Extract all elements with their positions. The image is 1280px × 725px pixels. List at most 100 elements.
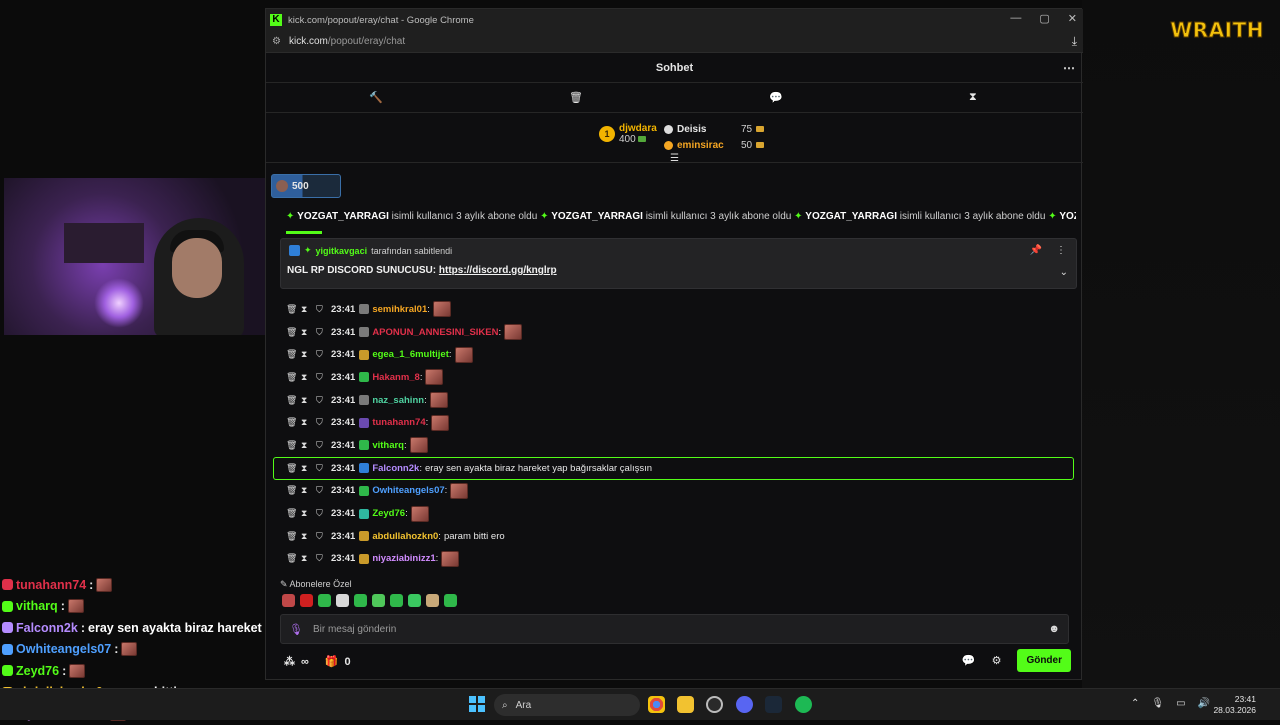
emote-button[interactable] bbox=[318, 594, 331, 607]
message-username[interactable]: tunahann74 bbox=[372, 417, 425, 428]
chat-message[interactable]: 🗑 ⧗ ⛉ 23:41 Falconn2k: eray sen ayakta biraz … bbox=[273, 456, 1074, 480]
hourglass-icon[interactable]: ⧗ bbox=[301, 395, 316, 406]
leaderboard-row[interactable]: eminsirac 50 bbox=[664, 137, 765, 153]
gear-icon[interactable]: ⚙ bbox=[992, 654, 1002, 667]
hourglass-icon[interactable]: ⧗ bbox=[301, 531, 316, 542]
trash-icon[interactable]: 🗑 bbox=[286, 417, 301, 428]
message-username[interactable]: Owhiteangels07 bbox=[372, 485, 444, 496]
taskbar-search[interactable]: ⌕ Ara bbox=[494, 694, 640, 716]
emote-button[interactable] bbox=[336, 594, 349, 607]
chrome-app-icon[interactable] bbox=[648, 696, 665, 713]
message-username[interactable]: niyaziabinizz1 bbox=[372, 553, 435, 564]
chat-message[interactable]: 🗑 ⧗ ⛉ 23:41 niyaziabinizz1: bbox=[274, 548, 1074, 571]
shield-icon[interactable]: ⛉ bbox=[316, 349, 331, 360]
pinned-more-icon[interactable]: ⋮ bbox=[1056, 245, 1066, 256]
send-button[interactable]: Gönder bbox=[1017, 649, 1071, 672]
emote-button[interactable] bbox=[300, 594, 313, 607]
steam-icon[interactable] bbox=[765, 696, 782, 713]
trash-icon[interactable]: 🗑 bbox=[286, 372, 301, 383]
hourglass-icon[interactable]: ⧗ bbox=[301, 553, 316, 564]
chat-message[interactable]: 🗑 ⧗ ⛉ 23:41 vitharq: bbox=[274, 434, 1074, 457]
hourglass-icon[interactable]: ⧗ bbox=[301, 372, 316, 383]
shield-icon[interactable]: ⛉ bbox=[316, 304, 331, 315]
hourglass-icon[interactable]: ⧗ bbox=[301, 417, 316, 428]
message-username[interactable]: vitharq bbox=[372, 440, 404, 451]
hourglass-icon[interactable]: ⧗ bbox=[301, 440, 316, 451]
trash-icon[interactable]: 🗑 bbox=[286, 531, 301, 542]
message-username[interactable]: Hakanm_8 bbox=[372, 372, 420, 383]
chat-bubble-icon[interactable]: 💬 bbox=[769, 91, 783, 104]
hourglass-icon[interactable]: ⧗ bbox=[301, 463, 316, 474]
chat-message[interactable]: 🗑 ⧗ ⛉ 23:41 APONUN_ANNESINI_SIKEN: bbox=[274, 321, 1074, 344]
chat-message[interactable]: 🗑 ⧗ ⛉ 23:41 semihkral01: bbox=[274, 298, 1074, 321]
pin-icon[interactable]: 📌 bbox=[1030, 245, 1042, 256]
site-settings-icon[interactable]: ⚙ bbox=[272, 36, 281, 47]
trash-icon[interactable]: 🗑 bbox=[286, 349, 301, 360]
points-display[interactable]: ⁂ ∞ 🎁 0 bbox=[284, 655, 351, 669]
hourglass-icon[interactable]: ⧗ bbox=[301, 304, 316, 315]
trash-icon[interactable]: 🗑 bbox=[569, 91, 583, 104]
chevron-down-icon[interactable]: ⌄ bbox=[1060, 267, 1068, 278]
emote-button[interactable] bbox=[426, 594, 439, 607]
emoji-icon[interactable]: ☻ bbox=[1048, 623, 1060, 635]
emote-button[interactable] bbox=[390, 594, 403, 607]
leaderboard-first[interactable]: 1 djwdara 400 bbox=[599, 123, 657, 145]
chat-settings-bubble-icon[interactable]: 💬 bbox=[962, 654, 976, 667]
trash-icon[interactable]: 🗑 bbox=[286, 327, 301, 338]
close-button[interactable]: ✕ bbox=[1068, 12, 1077, 25]
trash-icon[interactable]: 🗑 bbox=[286, 395, 301, 406]
chevron-up-icon[interactable]: ⌃ bbox=[1131, 698, 1139, 709]
maximize-button[interactable]: ▢ bbox=[1039, 12, 1049, 25]
pinned-message[interactable]: ✦ yigitkavgaci tarafından sabitlendi NGL… bbox=[280, 238, 1077, 289]
pinned-link[interactable]: https://discord.gg/knglrp bbox=[439, 265, 557, 276]
shield-icon[interactable]: ⛉ bbox=[316, 531, 331, 542]
goal-pill[interactable]: 500 bbox=[271, 174, 341, 198]
chat-message[interactable]: 🗑 ⧗ ⛉ 23:41 Hakanm_8: bbox=[274, 366, 1074, 389]
shield-icon[interactable]: ⛉ bbox=[316, 372, 331, 383]
file-explorer-icon[interactable] bbox=[677, 696, 694, 713]
trash-icon[interactable]: 🗑 bbox=[286, 553, 301, 564]
emote-button[interactable] bbox=[444, 594, 457, 607]
address-bar[interactable]: ⚙ kick.com/popout/eray/chat ⤓ bbox=[266, 31, 1083, 53]
spotify-icon[interactable] bbox=[795, 696, 812, 713]
leaderboard-row[interactable]: Deisis 75 bbox=[664, 121, 765, 137]
shield-icon[interactable]: ⛉ bbox=[316, 440, 331, 451]
shield-icon[interactable]: ⛉ bbox=[316, 485, 331, 496]
chat-message[interactable]: 🗑 ⧗ ⛉ 23:41 tunahann74: bbox=[274, 411, 1074, 434]
ban-hammer-icon[interactable]: 🔨 bbox=[369, 91, 383, 104]
trash-icon[interactable]: 🗑 bbox=[286, 463, 301, 474]
chat-message[interactable]: 🗑 ⧗ ⛉ 23:41 Zeyd76: bbox=[274, 502, 1074, 525]
message-username[interactable]: abdullahozkn0 bbox=[372, 531, 438, 542]
emote-button[interactable] bbox=[372, 594, 385, 607]
chat-message[interactable]: 🗑 ⧗ ⛉ 23:41 naz_sahinn: bbox=[274, 389, 1074, 412]
hourglass-icon[interactable]: ⧗ bbox=[301, 349, 316, 360]
message-username[interactable]: Zeyd76 bbox=[372, 508, 405, 519]
message-username[interactable]: egea_1_6multijet bbox=[372, 349, 449, 360]
hourglass-icon[interactable]: ⧗ bbox=[301, 327, 316, 338]
download-icon[interactable]: ⤓ bbox=[1072, 34, 1077, 49]
emote-button[interactable] bbox=[408, 594, 421, 607]
microphone-tray-icon[interactable]: 🎙 bbox=[1151, 698, 1164, 709]
trash-icon[interactable]: 🗑 bbox=[286, 508, 301, 519]
chat-message[interactable]: 🗑 ⧗ ⛉ 23:41 abdullahozkn0: param bitti ero bbox=[274, 525, 1074, 548]
shield-icon[interactable]: ⛉ bbox=[316, 327, 331, 338]
message-username[interactable]: APONUN_ANNESINI_SIKEN bbox=[372, 327, 498, 338]
display-icon[interactable]: ▭ bbox=[1176, 698, 1185, 709]
expand-leaderboard-icon[interactable]: ☰ bbox=[670, 153, 679, 164]
message-username[interactable]: naz_sahinn bbox=[372, 395, 424, 406]
start-button[interactable] bbox=[469, 696, 485, 712]
trash-icon[interactable]: 🗑 bbox=[286, 440, 301, 451]
chat-message[interactable]: 🗑 ⧗ ⛉ 23:41 egea_1_6multijet: bbox=[274, 343, 1074, 366]
discord-icon[interactable] bbox=[736, 696, 753, 713]
emote-button[interactable] bbox=[354, 594, 367, 607]
shield-icon[interactable]: ⛉ bbox=[316, 463, 331, 474]
microphone-icon[interactable]: 🎙 bbox=[289, 623, 303, 636]
trash-icon[interactable]: 🗑 bbox=[286, 304, 301, 315]
message-username[interactable]: Falconn2k bbox=[372, 463, 419, 474]
chat-message[interactable]: 🗑 ⧗ ⛉ 23:41 Owhiteangels07: bbox=[274, 480, 1074, 503]
app-icon[interactable] bbox=[706, 696, 723, 713]
chat-input[interactable]: 🎙 Bir mesaj gönderin ☻ bbox=[280, 614, 1069, 644]
emote-button[interactable] bbox=[282, 594, 295, 607]
more-options-icon[interactable]: ⋯ bbox=[1063, 61, 1075, 75]
shield-icon[interactable]: ⛉ bbox=[316, 508, 331, 519]
